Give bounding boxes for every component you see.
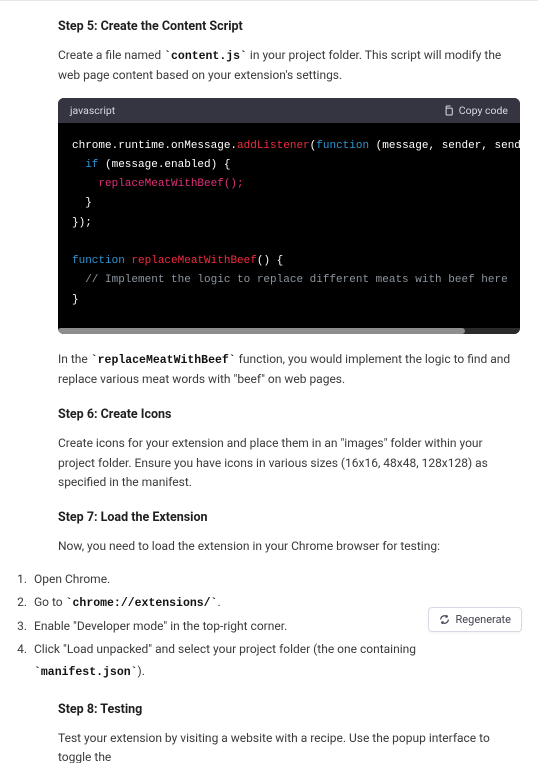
code-content: chrome.runtime.onMessage.addListener(fun… <box>72 137 506 310</box>
inline-code: `chrome://extensions/` <box>66 597 218 610</box>
refresh-icon <box>439 614 450 625</box>
step8-heading: Step 8: Testing <box>58 702 520 717</box>
code-body[interactable]: chrome.runtime.onMessage.addListener(fun… <box>58 123 520 328</box>
text-segment: Click "Load unpacked" and select your pr… <box>34 642 416 656</box>
step6-body: Create icons for your extension and plac… <box>58 434 520 492</box>
scrollbar-thumb[interactable] <box>58 328 465 334</box>
step7-intro: Now, you need to load the extension in y… <box>58 537 520 556</box>
code-language-label: javascript <box>70 104 115 117</box>
code-block: javascript Copy code chrome.runtime.onMe… <box>58 98 520 334</box>
step5-heading: Step 5: Create the Content Script <box>58 19 520 34</box>
code-header: javascript Copy code <box>58 98 520 123</box>
inline-code: `manifest.json` <box>34 666 138 679</box>
text-segment: In the <box>58 352 91 366</box>
step7-heading: Step 7: Load the Extension <box>58 510 520 525</box>
text-segment: . <box>217 595 220 609</box>
text-segment: Create a file named <box>58 48 164 62</box>
step5-intro: Create a file named `content.js` in your… <box>58 46 520 86</box>
copy-code-label: Copy code <box>459 104 508 117</box>
list-item: Open Chrome. <box>30 568 520 591</box>
inline-code: `replaceMeatWithBeef` <box>91 354 236 367</box>
regenerate-button[interactable]: Regenerate <box>428 607 522 632</box>
inline-code: `content.js` <box>164 50 247 63</box>
regenerate-label: Regenerate <box>456 613 511 626</box>
clipboard-icon <box>443 105 454 116</box>
text-segment: Go to <box>34 595 66 609</box>
list-item: Click "Load unpacked" and select your pr… <box>30 638 520 685</box>
step5-outro: In the `replaceMeatWithBeef` function, y… <box>58 350 520 390</box>
horizontal-scrollbar[interactable] <box>58 328 520 334</box>
text-segment: ). <box>138 664 145 678</box>
copy-code-button[interactable]: Copy code <box>443 104 508 117</box>
step6-heading: Step 6: Create Icons <box>58 407 520 422</box>
step8-body: Test your extension by visiting a websit… <box>58 729 520 763</box>
